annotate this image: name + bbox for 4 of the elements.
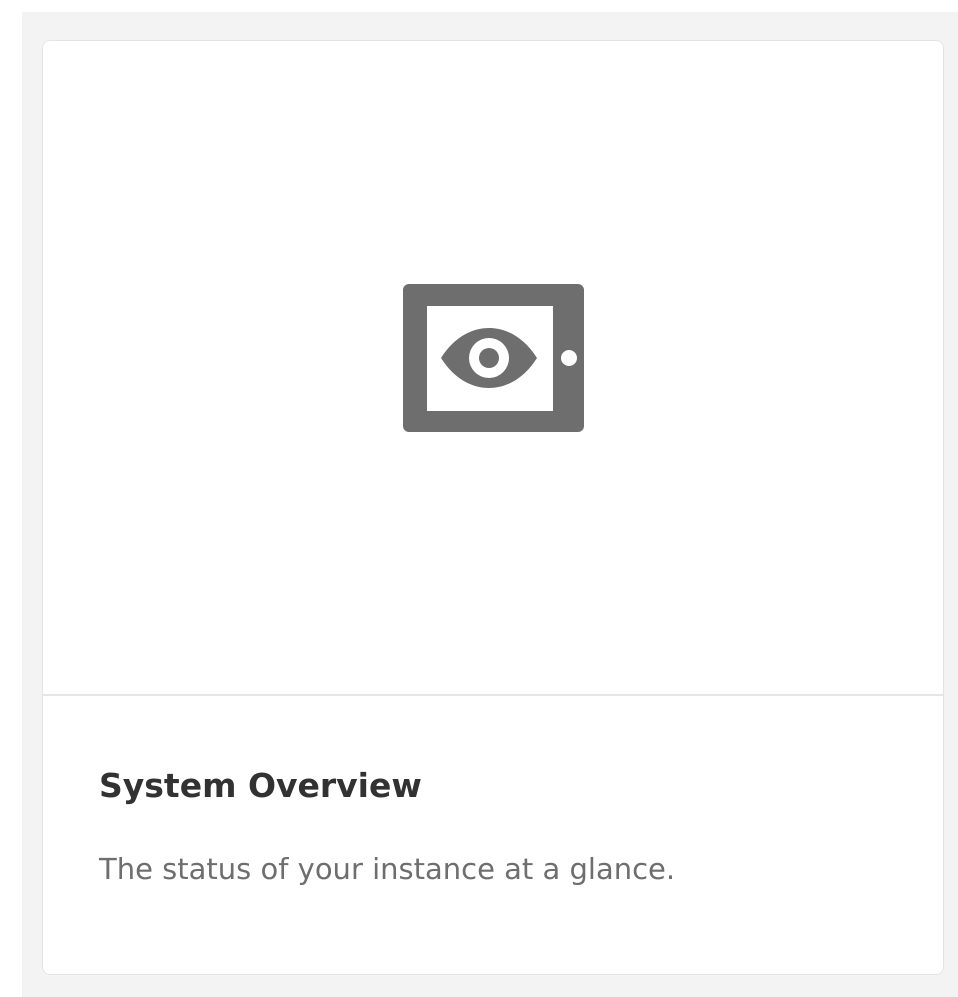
card-description: The status of your instance at a glance. [99,852,676,886]
overview-card[interactable]: System Overview The status of your instance at a glance. [42,40,944,975]
card-title: System Overview [99,766,422,806]
tablet-eye-icon [402,284,584,432]
